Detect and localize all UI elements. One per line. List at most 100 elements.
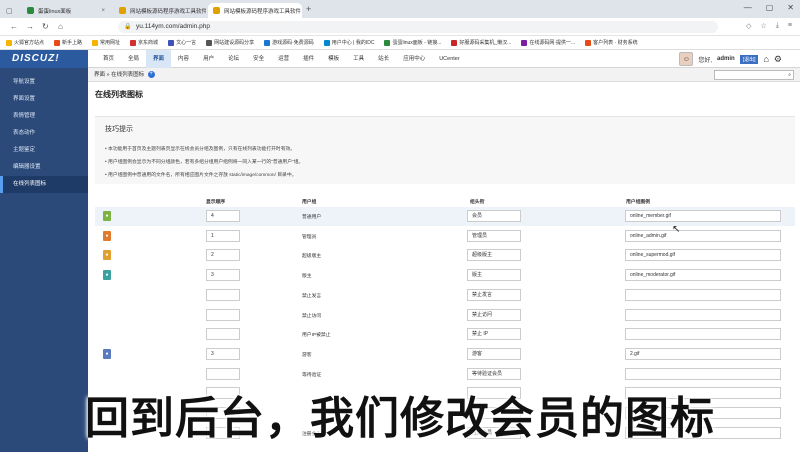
tips-line: • 本功能用于首页及主题列表页显示在线会员分组及图例，只有在线列表功能打开时有效… <box>105 147 296 152</box>
order-input[interactable]: 3 <box>206 347 240 360</box>
nav-global[interactable]: 全局 <box>121 50 146 68</box>
group-icon: ● <box>103 270 111 281</box>
minimize-icon[interactable]: — <box>744 3 752 12</box>
add-shortcut-icon[interactable]: + <box>147 71 155 79</box>
sidebar-item-editor[interactable]: 编辑器设置 <box>0 159 88 176</box>
group-image-input[interactable]: 2.gif <box>625 347 781 360</box>
sidebar-item-nav[interactable]: 导航设置 <box>0 74 88 91</box>
group-image-input[interactable]: online_supermod.gif <box>625 249 781 262</box>
bookmark-favicon-icon <box>384 39 391 46</box>
sidebar-item-click[interactable]: 表态动作 <box>0 125 88 142</box>
bookmark-item[interactable]: 用户中心 | 我的IDC <box>323 39 374 46</box>
group-title-input[interactable]: 禁止 IP <box>467 328 521 341</box>
nav-ucenter[interactable]: UCenter <box>432 50 466 68</box>
group-image-input[interactable] <box>625 328 781 341</box>
nav-safe[interactable]: 安全 <box>246 50 271 68</box>
group-title-input[interactable]: 游客 <box>467 347 521 360</box>
group-title-input[interactable]: 等待验证会员 <box>467 367 521 380</box>
sidebar-item-smilies[interactable]: 表情管理 <box>0 108 88 125</box>
avatar[interactable]: ☺ <box>679 52 694 66</box>
sidebar-item-style[interactable]: 界面设置 <box>0 91 88 108</box>
home-icon[interactable]: ⌂ <box>58 22 63 31</box>
bookmark-item[interactable]: 好服源码采集机_懒汉... <box>451 39 511 46</box>
bookmark-item[interactable]: 游戏源码·免费源码 <box>264 39 314 46</box>
group-title-input[interactable]: 管理员 <box>467 229 521 242</box>
gear-icon[interactable]: ⚙ <box>774 54 782 65</box>
group-image-input[interactable]: online_moderator.gif <box>625 269 781 282</box>
search-input[interactable]: ⌕ <box>714 70 794 80</box>
group-title-input[interactable]: 禁止发言 <box>467 288 521 301</box>
nav-template[interactable]: 模板 <box>321 50 346 68</box>
sidebar-item-online-icons[interactable]: 在线列表图标 <box>0 176 88 193</box>
reload-icon[interactable]: ↻ <box>42 22 49 31</box>
close-tab-icon[interactable]: × <box>301 8 302 14</box>
bookmark-favicon-icon <box>130 39 137 46</box>
nav-tools[interactable]: 工具 <box>346 50 371 68</box>
browser-tab-3[interactable]: 网站模板源码程序游戏工具软件 × <box>208 3 302 18</box>
logout-button[interactable]: [退出] <box>739 54 759 64</box>
new-tab-icon[interactable]: + <box>306 4 311 14</box>
home-icon[interactable]: ⌂ <box>763 54 768 64</box>
bookmark-item[interactable]: 京东商城 <box>130 39 158 46</box>
downloads-icon[interactable]: ⤓ <box>776 22 779 30</box>
group-title-input[interactable]: 版主 <box>467 269 521 282</box>
username: admin <box>717 56 735 62</box>
breadcrumb-parent[interactable]: 界面 <box>94 72 105 78</box>
nav-extended[interactable]: 运营 <box>271 50 296 68</box>
group-title-input[interactable]: 超级版主 <box>467 249 521 262</box>
nav-cloud[interactable]: 应用中心 <box>396 50 432 68</box>
bookmark-item[interactable]: 新手上路 <box>54 39 82 46</box>
browser-tab-2[interactable]: 网站模板源码程序游戏工具软件 × <box>114 3 206 18</box>
discuz-logo[interactable]: DISCUZ! <box>0 50 88 68</box>
nav-style[interactable]: 界面 <box>146 50 172 68</box>
bookmark-item[interactable]: 文心一言 <box>168 39 196 46</box>
order-input[interactable]: 4 <box>206 210 240 222</box>
forward-icon[interactable]: → <box>26 22 34 31</box>
order-input[interactable] <box>206 288 240 301</box>
group-title-input[interactable]: 禁止访问 <box>467 308 521 321</box>
group-image-input[interactable]: online_admin.gif <box>625 229 781 242</box>
order-input[interactable]: 2 <box>206 249 240 262</box>
nav-founder[interactable]: 站长 <box>371 50 396 68</box>
tips-title: 技巧提示 <box>105 126 133 133</box>
extension-icon[interactable]: ◇ <box>746 22 751 30</box>
group-image-input[interactable] <box>625 288 781 301</box>
bookmark-item[interactable]: 客户列表 · 财务系统 <box>585 39 638 46</box>
browser-tab-1[interactable]: 蛋蛋linux面板 × <box>22 3 110 18</box>
tab-list-icon[interactable]: ▢ <box>6 3 16 18</box>
order-input[interactable] <box>206 367 240 380</box>
group-name: 游客 <box>302 352 312 358</box>
maximize-icon[interactable]: ▢ <box>766 3 774 12</box>
group-image-input[interactable] <box>625 367 781 380</box>
order-input[interactable]: 3 <box>206 269 240 282</box>
group-icon: ● <box>103 250 111 261</box>
nav-plugin[interactable]: 插件 <box>296 50 321 68</box>
nav-user[interactable]: 用户 <box>196 50 221 68</box>
order-input[interactable] <box>206 328 240 341</box>
close-window-icon[interactable]: ✕ <box>787 3 794 12</box>
group-image-input[interactable] <box>625 308 781 321</box>
back-icon[interactable]: ← <box>10 22 18 31</box>
group-icon: ● <box>103 211 111 221</box>
menu-icon[interactable]: ≡ <box>788 22 792 30</box>
bookmark-item[interactable]: 常用网址 <box>92 39 120 46</box>
order-input[interactable] <box>206 308 240 321</box>
url-field[interactable]: 🔒 yu.114ym.com/admin.php <box>118 21 718 33</box>
group-name: 禁止发言 <box>302 293 322 299</box>
bookmark-item[interactable]: 火狐官方站点 <box>6 39 44 46</box>
nav-content[interactable]: 内容 <box>171 50 196 68</box>
order-input[interactable]: 1 <box>206 229 240 242</box>
nav-home[interactable]: 首页 <box>96 50 121 68</box>
tab-label: 网站模板源码程序游戏工具软件 <box>224 8 302 15</box>
tab-favicon-icon <box>119 7 126 14</box>
bookmark-favicon-icon <box>264 39 271 46</box>
group-image-input[interactable]: online_member.gif <box>625 210 781 222</box>
close-tab-icon[interactable]: × <box>97 8 105 14</box>
sidebar-item-thread-types[interactable]: 主题鉴定 <box>0 142 88 159</box>
group-title-input[interactable]: 会员 <box>467 210 521 222</box>
bookmark-item[interactable]: 蛋蛋linux面板 - 链接... <box>384 39 441 46</box>
bookmark-item[interactable]: 网站建设源码分享 <box>206 39 254 46</box>
nav-forum[interactable]: 论坛 <box>221 50 246 68</box>
bookmark-item[interactable]: 在线源码网·提供一... <box>521 39 575 46</box>
favorite-icon[interactable]: ☆ <box>761 22 767 30</box>
